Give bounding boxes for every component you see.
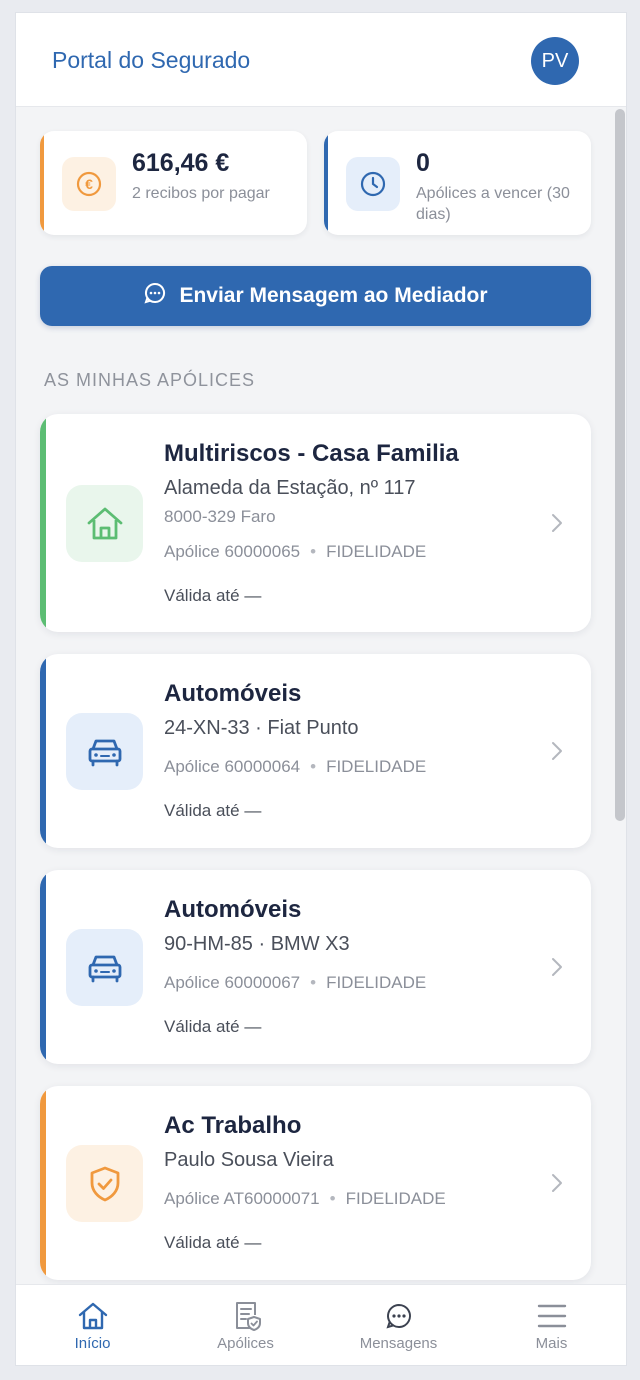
tab-inicio[interactable]: Início <box>16 1285 169 1365</box>
policy-accent-bar <box>40 654 46 848</box>
policy-valid-until: Válida até — <box>164 801 262 820</box>
send-message-label: Enviar Mensagem ao Mediador <box>179 284 488 307</box>
svg-text:€: € <box>85 176 93 192</box>
tab-apolices[interactable]: Apólices <box>169 1285 322 1365</box>
house-icon <box>66 485 143 562</box>
receipts-label: 2 recibos por pagar <box>132 185 270 202</box>
card-accent-bar <box>40 131 44 235</box>
chevron-right-icon <box>550 1173 564 1198</box>
policy-insurer: FIDELIDADE <box>326 542 427 561</box>
policy-number: Apólice AT60000071 <box>164 1189 320 1208</box>
shield-check-icon <box>66 1145 143 1222</box>
policy-meta: Apólice 60000067 • FIDELIDADE <box>164 973 427 992</box>
clock-icon <box>346 157 400 211</box>
policy-title: Multiriscos - Casa Familia <box>164 440 459 467</box>
policy-insurer: FIDELIDADE <box>326 757 427 776</box>
section-title: AS MINHAS APÓLICES <box>44 370 256 390</box>
policy-title: Ac Trabalho <box>164 1112 302 1139</box>
chat-icon <box>322 1300 475 1334</box>
car-icon <box>66 713 143 790</box>
policy-title: Automóveis <box>164 680 302 707</box>
tab-label: Mensagens <box>359 1335 438 1352</box>
policy-title: Automóveis <box>164 896 302 923</box>
tab-label: Mais <box>535 1335 568 1352</box>
policy-insured-name: Paulo Sousa Vieira <box>164 1149 334 1171</box>
scrollbar[interactable] <box>615 109 625 821</box>
policy-valid-until: Válida até — <box>164 1233 262 1252</box>
tab-label: Início <box>74 1335 111 1352</box>
policy-card[interactable]: Automóveis 90-HM-85 · BMW X3 Apólice 600… <box>40 870 591 1064</box>
app-header: Portal do Segurado PV <box>16 13 626 107</box>
policy-insurer: FIDELIDADE <box>326 973 427 992</box>
policy-card[interactable]: Ac Trabalho Paulo Sousa Vieira Apólice A… <box>40 1086 591 1280</box>
menu-icon <box>475 1300 626 1334</box>
policy-address: Alameda da Estação, nº 117 <box>164 477 416 499</box>
receipts-card[interactable]: € 616,46 € 2 recibos por pagar <box>40 131 307 235</box>
policy-card[interactable]: Multiriscos - Casa Familia Alameda da Es… <box>40 414 591 632</box>
policy-number: Apólice 60000067 <box>164 973 301 992</box>
policy-number: Apólice 60000065 <box>164 542 301 561</box>
chevron-right-icon <box>550 957 564 982</box>
tab-mensagens[interactable]: Mensagens <box>322 1285 475 1365</box>
bottom-tab-bar: Início Apólices Mensagens Mais <box>16 1284 626 1365</box>
euro-icon: € <box>62 157 116 211</box>
page-title: Portal do Segurado <box>52 47 251 73</box>
home-icon <box>16 1300 169 1334</box>
policy-accent-bar <box>40 414 46 632</box>
app-frame: Portal do Segurado PV € 616,46 € 2 recib… <box>15 12 627 1366</box>
policy-vehicle: 90-HM-85 · BMW X3 <box>164 933 350 955</box>
policy-number: Apólice 60000064 <box>164 757 301 776</box>
expiring-label: Apólices a vencer (30 dias) <box>416 185 570 223</box>
avatar[interactable]: PV <box>531 37 579 85</box>
policy-meta: Apólice 60000065 • FIDELIDADE <box>164 542 427 561</box>
receipts-amount: 616,46 € <box>132 149 230 177</box>
policy-insurer: FIDELIDADE <box>345 1189 446 1208</box>
policy-valid-until: Válida até — <box>164 586 262 605</box>
card-accent-bar <box>324 131 328 235</box>
policy-meta: Apólice AT60000071 • FIDELIDADE <box>164 1189 446 1208</box>
car-icon <box>66 929 143 1006</box>
send-message-button[interactable]: Enviar Mensagem ao Mediador <box>40 266 591 326</box>
chevron-right-icon <box>550 513 564 538</box>
tab-label: Apólices <box>217 1335 274 1352</box>
policy-postcode: 8000-329 Faro <box>164 507 276 526</box>
chat-icon <box>143 281 167 311</box>
policy-meta: Apólice 60000064 • FIDELIDADE <box>164 757 427 776</box>
policy-document-icon <box>169 1300 322 1334</box>
policy-vehicle: 24-XN-33 · Fiat Punto <box>164 717 359 739</box>
policy-accent-bar <box>40 1086 46 1280</box>
policy-card[interactable]: Automóveis 24-XN-33 · Fiat Punto Apólice… <box>40 654 591 848</box>
chevron-right-icon <box>550 741 564 766</box>
policy-valid-until: Válida até — <box>164 1017 262 1036</box>
tab-mais[interactable]: Mais <box>475 1285 626 1365</box>
expiring-count: 0 <box>416 149 430 177</box>
policy-accent-bar <box>40 870 46 1064</box>
expiring-card[interactable]: 0 Apólices a vencer (30 dias) <box>324 131 591 235</box>
